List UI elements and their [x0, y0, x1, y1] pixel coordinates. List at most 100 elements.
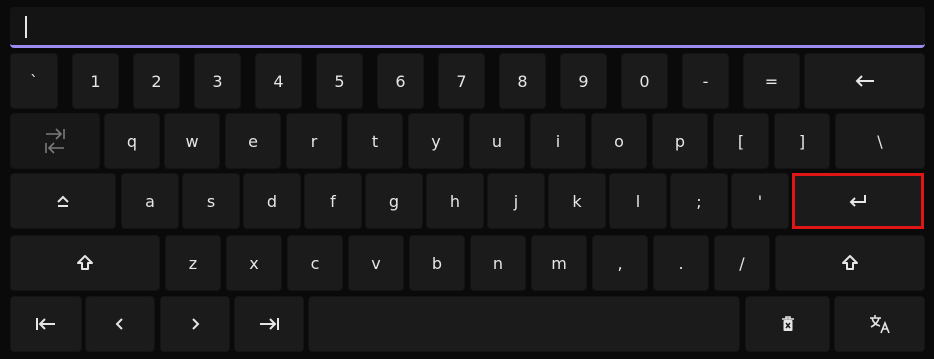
key-label: e: [248, 131, 258, 151]
key-f[interactable]: f: [304, 173, 362, 229]
key-label: 3: [212, 71, 223, 91]
key-label: r: [310, 131, 318, 151]
key-label: j: [513, 191, 519, 211]
key-g[interactable]: g: [365, 173, 423, 229]
text-input-field[interactable]: [10, 7, 925, 48]
key-label: -: [702, 71, 709, 91]
key-label: 8: [517, 71, 528, 91]
key-language[interactable]: [834, 296, 925, 352]
key-5[interactable]: 5: [316, 53, 363, 109]
key-j[interactable]: j: [487, 173, 545, 229]
key-label: h: [449, 191, 461, 211]
key-r[interactable]: r: [286, 113, 342, 169]
key-y[interactable]: y: [408, 113, 464, 169]
key-equals[interactable]: =: [743, 53, 800, 109]
key-label: g: [388, 191, 400, 211]
key-open-bracket[interactable]: [: [713, 113, 769, 169]
key-8[interactable]: 8: [499, 53, 546, 109]
key-label: ]: [798, 131, 806, 151]
key-e[interactable]: e: [225, 113, 281, 169]
key-s[interactable]: s: [182, 173, 240, 229]
key-w[interactable]: w: [164, 113, 220, 169]
key-tab[interactable]: [10, 113, 100, 169]
key-2[interactable]: 2: [133, 53, 180, 109]
key-label: v: [371, 253, 381, 273]
trash-icon: [781, 316, 795, 332]
shift-icon: [841, 254, 859, 272]
key-label: l: [635, 191, 641, 211]
key-period[interactable]: .: [653, 235, 709, 291]
translate-icon: [869, 314, 891, 334]
key-label: m: [551, 253, 567, 273]
key-label: [: [737, 131, 745, 151]
key-label: 2: [151, 71, 162, 91]
key-0[interactable]: 0: [621, 53, 668, 109]
key-caps-lock[interactable]: [10, 173, 116, 229]
key-t[interactable]: t: [347, 113, 403, 169]
key-d[interactable]: d: [243, 173, 301, 229]
key-x[interactable]: x: [226, 235, 282, 291]
key-label: ;: [696, 191, 702, 211]
backspace-arrow-icon: [855, 74, 875, 88]
key-home[interactable]: [10, 296, 82, 352]
key-label: u: [491, 131, 503, 151]
key-enter[interactable]: [792, 173, 924, 229]
key-close-bracket[interactable]: ]: [774, 113, 830, 169]
left-chevron-icon: [115, 317, 125, 331]
key-4[interactable]: 4: [255, 53, 302, 109]
right-chevron-icon: [190, 317, 200, 331]
key-label: 4: [273, 71, 284, 91]
key-u[interactable]: u: [469, 113, 525, 169]
key-apostrophe[interactable]: ': [731, 173, 789, 229]
key-b[interactable]: b: [409, 235, 465, 291]
shift-icon: [76, 254, 94, 272]
key-v[interactable]: v: [348, 235, 404, 291]
key-backspace[interactable]: [804, 53, 925, 109]
key-c[interactable]: c: [287, 235, 343, 291]
key-6[interactable]: 6: [377, 53, 424, 109]
key-comma[interactable]: ,: [592, 235, 648, 291]
key-label: o: [614, 131, 624, 151]
key-7[interactable]: 7: [438, 53, 485, 109]
key-label: 5: [334, 71, 345, 91]
key-left[interactable]: [85, 296, 155, 352]
key-label: ': [757, 191, 763, 211]
key-h[interactable]: h: [426, 173, 484, 229]
key-end[interactable]: [234, 296, 304, 352]
key-z[interactable]: z: [165, 235, 221, 291]
key-shift-right[interactable]: [775, 235, 925, 291]
key-o[interactable]: o: [591, 113, 647, 169]
key-m[interactable]: m: [531, 235, 587, 291]
key-q[interactable]: q: [104, 113, 160, 169]
key-backtick[interactable]: `: [10, 53, 58, 109]
key-label: =: [764, 71, 779, 91]
text-caret: [25, 16, 27, 38]
key-label: 1: [90, 71, 101, 91]
key-k[interactable]: k: [548, 173, 606, 229]
key-clear[interactable]: [745, 296, 830, 352]
key-l[interactable]: l: [609, 173, 667, 229]
key-label: t: [371, 131, 379, 151]
key-label: b: [431, 253, 443, 273]
key-3[interactable]: 3: [194, 53, 241, 109]
key-label: k: [572, 191, 582, 211]
key-slash[interactable]: /: [714, 235, 770, 291]
key-label: \: [877, 131, 883, 151]
key-label: 9: [578, 71, 589, 91]
key-backslash[interactable]: \: [835, 113, 925, 169]
key-minus[interactable]: -: [682, 53, 729, 109]
key-1[interactable]: 1: [72, 53, 119, 109]
key-9[interactable]: 9: [560, 53, 607, 109]
key-semicolon[interactable]: ;: [670, 173, 728, 229]
key-p[interactable]: p: [652, 113, 708, 169]
key-label: y: [431, 131, 441, 151]
key-label: n: [492, 253, 504, 273]
key-a[interactable]: a: [121, 173, 179, 229]
key-shift-left[interactable]: [10, 235, 160, 291]
key-label: z: [188, 253, 198, 273]
caps-lock-icon: [56, 194, 70, 208]
key-i[interactable]: i: [530, 113, 586, 169]
key-space[interactable]: [308, 296, 740, 352]
key-n[interactable]: n: [470, 235, 526, 291]
key-right[interactable]: [160, 296, 230, 352]
